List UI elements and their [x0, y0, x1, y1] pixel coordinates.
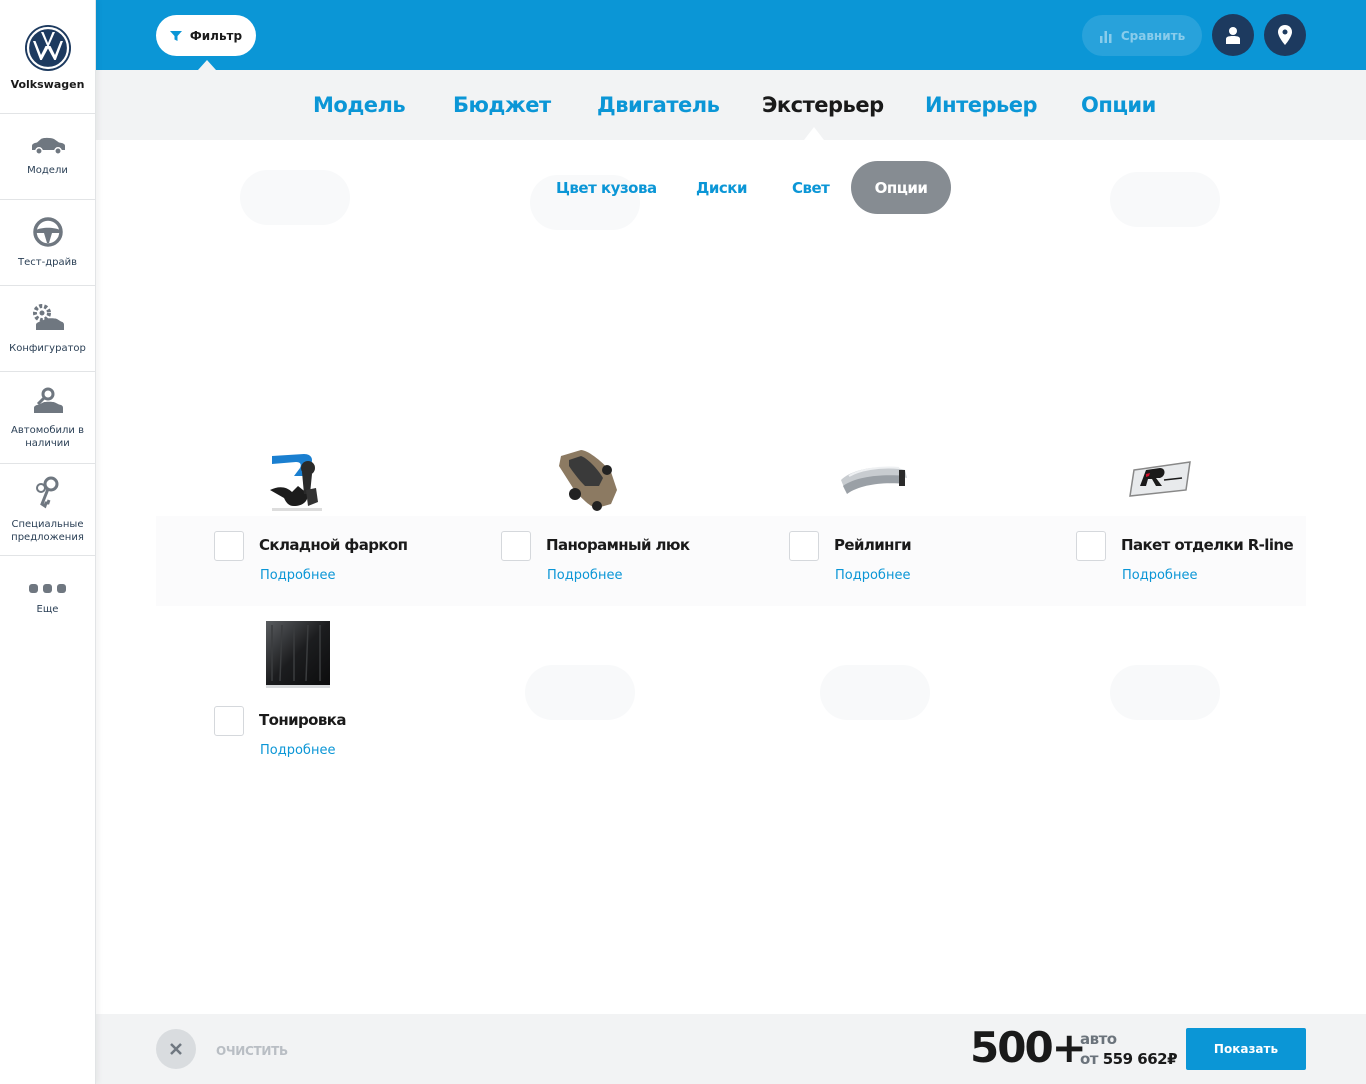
- top-bar: Фильтр Сравнить: [96, 0, 1366, 70]
- option-more-link[interactable]: Подробнее: [547, 568, 622, 583]
- location-button[interactable]: [1264, 14, 1306, 56]
- ghost-placeholder: [820, 665, 930, 720]
- sidebar-item-label: Конфигуратор: [9, 343, 86, 354]
- price-from: от 559 662₽: [1080, 1050, 1178, 1068]
- option-title: Складной фаркоп: [259, 536, 408, 554]
- option-card: Панорамный люк Подробнее: [501, 446, 781, 616]
- brand-logo-block[interactable]: Volkswagen: [0, 0, 95, 114]
- option-checkbox[interactable]: [501, 531, 531, 561]
- map-pin-icon: [1278, 25, 1292, 45]
- tow-hitch-icon: [270, 454, 322, 511]
- option-card: Складной фаркоп Подробнее: [214, 446, 494, 616]
- filter-icon: [169, 30, 182, 41]
- clear-button[interactable]: [156, 1029, 196, 1069]
- compare-button[interactable]: Сравнить: [1082, 15, 1202, 56]
- tab-interior[interactable]: Интерьер: [925, 93, 1038, 117]
- sidebar-item-in-stock[interactable]: Автомобили в наличии: [0, 372, 95, 464]
- sidebar-item-label: Автомобили в наличии: [11, 424, 84, 449]
- car-icon: [31, 137, 65, 155]
- sidebar-item-label: Еще: [36, 603, 59, 615]
- results-count: 500+: [970, 1023, 1087, 1072]
- filter-button[interactable]: Фильтр: [156, 15, 256, 56]
- tab-model[interactable]: Модель: [313, 93, 406, 117]
- brand-name: Volkswagen: [10, 78, 85, 91]
- option-more-link[interactable]: Подробнее: [260, 568, 335, 583]
- ghost-placeholder: [1110, 172, 1220, 227]
- sidebar-item-models[interactable]: Модели: [0, 114, 95, 200]
- option-title: Рейлинги: [834, 536, 912, 554]
- r-line-badge-icon: [1129, 461, 1191, 497]
- subtab-lights[interactable]: Свет: [792, 179, 830, 197]
- option-card: Пакет отделки R-line Подробнее: [1076, 446, 1356, 616]
- sidebar-item-test-drive[interactable]: Тест-драйв: [0, 200, 95, 286]
- filter-caret: [198, 60, 216, 70]
- sidebar: Volkswagen Модели Тест-драйв Конфигурато…: [0, 0, 96, 1084]
- panoramic-roof-car-icon: [559, 450, 617, 511]
- option-checkbox[interactable]: [789, 531, 819, 561]
- tab-options[interactable]: Опции: [1081, 93, 1156, 117]
- filter-label: Фильтр: [189, 28, 243, 43]
- show-results-button[interactable]: Показать: [1186, 1028, 1306, 1070]
- tinting-film-icon: [266, 621, 330, 688]
- ghost-placeholder: [525, 665, 635, 720]
- option-more-link[interactable]: Подробнее: [835, 568, 910, 583]
- steering-wheel-icon: [32, 217, 63, 247]
- price-prefix: от: [1080, 1050, 1099, 1068]
- active-tab-caret: [804, 127, 824, 140]
- option-checkbox[interactable]: [214, 531, 244, 561]
- option-title: Пакет отделки R-line: [1121, 536, 1294, 554]
- user-icon: [1226, 27, 1240, 44]
- roof-rails-icon: [841, 466, 907, 494]
- sidebar-item-label: Специальные предложения: [11, 518, 84, 543]
- sidebar-item-special-offers[interactable]: Специальные предложения: [0, 464, 95, 556]
- car-search-icon: [33, 387, 63, 413]
- main-tabs-bar: Модель Бюджет Двигатель Экстерьер Интерь…: [96, 70, 1366, 140]
- sidebar-item-label: Модели: [27, 165, 68, 176]
- option-card: Тонировка Подробнее: [214, 621, 494, 791]
- ghost-placeholder: [240, 170, 350, 225]
- compare-label: Сравнить: [1120, 28, 1186, 43]
- results-unit: авто: [1080, 1030, 1117, 1048]
- footer-bar: ОЧИСТИТЬ 500+ авто от 559 662₽ Показать: [96, 1014, 1366, 1084]
- bar-chart-icon: [1099, 30, 1112, 43]
- sidebar-item-more[interactable]: Еще: [0, 556, 95, 642]
- sidebar-item-label: Тест-драйв: [18, 257, 77, 268]
- price-value: 559 662₽: [1102, 1050, 1178, 1068]
- more-dots-icon: [28, 583, 66, 593]
- clear-label[interactable]: ОЧИСТИТЬ: [216, 1044, 288, 1058]
- close-icon: [170, 1043, 182, 1055]
- tab-engine[interactable]: Двигатель: [597, 93, 720, 117]
- ghost-placeholder: [1110, 665, 1220, 720]
- tab-budget[interactable]: Бюджет: [453, 93, 551, 117]
- option-more-link[interactable]: Подробнее: [260, 743, 335, 758]
- vw-logo-icon: [24, 25, 71, 71]
- option-more-link[interactable]: Подробнее: [1122, 568, 1197, 583]
- option-checkbox[interactable]: [214, 706, 244, 736]
- option-title: Панорамный люк: [546, 536, 690, 554]
- configurator-icon: [32, 304, 64, 330]
- subtab-body-color[interactable]: Цвет кузова: [556, 179, 657, 197]
- option-checkbox[interactable]: [1076, 531, 1106, 561]
- subtab-wheels[interactable]: Диски: [696, 179, 747, 197]
- keys-icon: [35, 476, 58, 508]
- tab-exterior[interactable]: Экстерьер: [762, 93, 884, 117]
- option-title: Тонировка: [259, 711, 346, 729]
- profile-button[interactable]: [1212, 14, 1254, 56]
- option-card: Рейлинги Подробнее: [789, 446, 1069, 616]
- subtab-options[interactable]: Опции: [851, 161, 951, 214]
- sidebar-item-configurator[interactable]: Конфигуратор: [0, 286, 95, 372]
